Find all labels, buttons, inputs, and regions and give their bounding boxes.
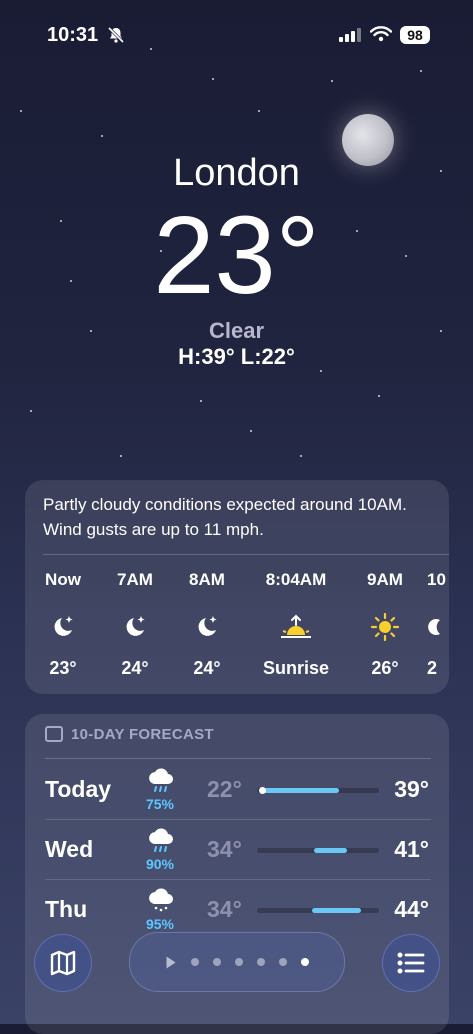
temp-range-fill bbox=[314, 848, 348, 853]
precip-chance: 75% bbox=[145, 796, 175, 812]
cloud-sleet-icon bbox=[143, 888, 179, 919]
temp-range-bar bbox=[257, 848, 379, 853]
location-arrow-icon[interactable] bbox=[166, 956, 176, 968]
hour-value: 24° bbox=[193, 658, 221, 678]
precip-chance: 90% bbox=[145, 856, 175, 872]
hour-item: Now 23° bbox=[27, 570, 99, 679]
hour-label: 7AM bbox=[117, 570, 153, 589]
page-dot[interactable] bbox=[191, 958, 199, 966]
page-dot[interactable] bbox=[257, 958, 265, 966]
precip-chance: 95% bbox=[145, 916, 175, 932]
divider bbox=[43, 554, 449, 555]
divider bbox=[45, 758, 431, 759]
high-temp: 39° bbox=[394, 776, 429, 802]
hourly-forecast-card[interactable]: Partly cloudy conditions expected around… bbox=[25, 480, 449, 694]
city-name: London bbox=[173, 152, 300, 194]
hour-label: 8AM bbox=[189, 570, 225, 589]
sun-icon bbox=[349, 600, 421, 654]
status-bar: 10:31 98 bbox=[0, 22, 473, 50]
day-label: Today bbox=[45, 776, 112, 802]
cloud-rain-icon bbox=[143, 828, 179, 859]
sunrise-icon bbox=[251, 600, 341, 654]
low-temp: 34° bbox=[207, 896, 242, 922]
day-label: Thu bbox=[45, 896, 88, 922]
high-temp: 44° bbox=[394, 896, 429, 922]
hour-value: 26° bbox=[371, 658, 399, 678]
current-temperature: 23° bbox=[153, 194, 320, 317]
page-dot-active[interactable] bbox=[301, 958, 309, 966]
forecast-row-thu[interactable]: Thu 95% 34° 44° bbox=[45, 880, 431, 940]
temp-range-fill bbox=[311, 908, 361, 913]
hour-item: 9AM 26° bbox=[349, 570, 421, 679]
hour-value: Sunrise bbox=[262, 658, 330, 678]
day-label: Wed bbox=[45, 836, 94, 862]
city-list-button[interactable] bbox=[382, 934, 440, 992]
hour-value: 23° bbox=[49, 658, 77, 678]
hour-label: 10 bbox=[427, 570, 446, 589]
current-temp-dot bbox=[259, 787, 266, 794]
hour-label: Now bbox=[45, 570, 81, 589]
bell-slash-icon bbox=[107, 26, 125, 44]
high-temp: 41° bbox=[394, 836, 429, 862]
moon-stars-icon bbox=[99, 600, 171, 654]
hour-value: 2 bbox=[427, 658, 438, 678]
hour-item: 10 2 bbox=[427, 570, 449, 679]
temp-range-bar bbox=[257, 908, 379, 913]
hour-item: 8:04AM Sunrise bbox=[251, 570, 341, 679]
page-dot[interactable] bbox=[213, 958, 221, 966]
low-temp: 22° bbox=[207, 776, 242, 802]
list-icon bbox=[397, 952, 425, 974]
forecast-row-wed[interactable]: Wed 90% 34° 41° bbox=[45, 820, 431, 880]
moon-icon bbox=[427, 600, 449, 654]
hour-item: 8AM 24° bbox=[171, 570, 243, 679]
temp-range-fill bbox=[263, 788, 339, 793]
page-dot[interactable] bbox=[279, 958, 287, 966]
forecast-row-today[interactable]: Today 75% 22° 39° bbox=[45, 760, 431, 820]
moon-stars-icon bbox=[27, 600, 99, 654]
high-low-text: H:39° L:22° bbox=[178, 344, 295, 369]
map-button[interactable] bbox=[34, 934, 92, 992]
page-indicator[interactable] bbox=[129, 932, 345, 992]
calendar-icon bbox=[45, 726, 63, 742]
low-temp: 34° bbox=[207, 836, 242, 862]
ten-day-heading: 10-DAY FORECAST bbox=[45, 726, 214, 743]
temp-range-bar bbox=[257, 787, 379, 794]
wifi-icon bbox=[370, 26, 392, 42]
hour-value: 24° bbox=[121, 658, 149, 678]
ten-day-heading-text: 10-DAY FORECAST bbox=[71, 726, 214, 743]
cellular-signal-icon bbox=[339, 28, 361, 42]
moon-stars-icon bbox=[171, 600, 243, 654]
forecast-summary: Partly cloudy conditions expected around… bbox=[43, 495, 407, 539]
condition-text: Clear bbox=[208, 318, 265, 343]
hour-label: 8:04AM bbox=[265, 570, 327, 589]
hour-item: 7AM 24° bbox=[99, 570, 171, 679]
battery-indicator: 98 bbox=[400, 26, 430, 44]
page-dot[interactable] bbox=[235, 958, 243, 966]
cloud-rain-icon bbox=[143, 768, 179, 799]
hour-label: 9AM bbox=[367, 570, 403, 589]
map-icon bbox=[50, 950, 76, 976]
status-time: 10:31 bbox=[47, 24, 99, 46]
